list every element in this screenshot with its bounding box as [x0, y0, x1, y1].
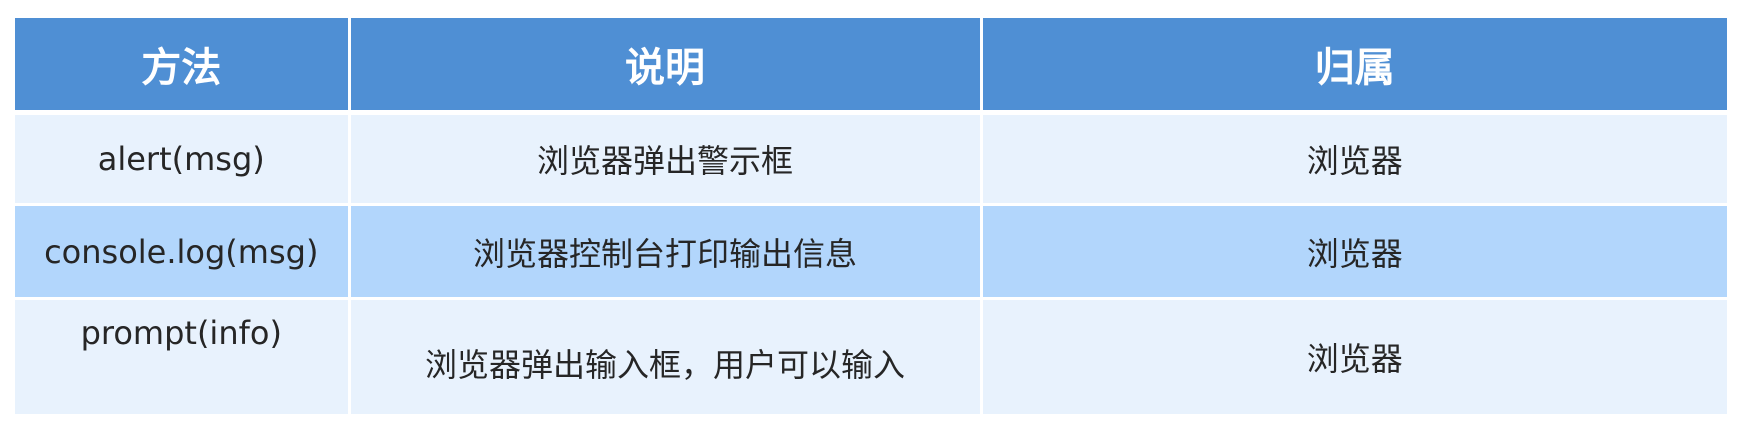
cell-description: 浏览器弹出输入框，用户可以输入: [349, 298, 983, 417]
cell-description: 浏览器控制台打印输出信息: [349, 204, 983, 300]
cell-method: console.log(msg): [15, 204, 351, 300]
header-method: 方法: [15, 18, 351, 115]
header-description: 说明: [349, 18, 983, 115]
methods-table-container: 方法 说明 归属 alert(msg) 浏览器弹出警示框 浏览器 console…: [15, 18, 1727, 417]
cell-owner: 浏览器: [981, 112, 1727, 206]
table-row: console.log(msg) 浏览器控制台打印输出信息 浏览器: [15, 204, 1727, 300]
cell-method: prompt(info): [15, 298, 351, 417]
methods-table: 方法 说明 归属 alert(msg) 浏览器弹出警示框 浏览器 console…: [15, 18, 1727, 417]
table-row: prompt(info) 浏览器弹出输入框，用户可以输入 浏览器: [15, 298, 1727, 417]
cell-owner: 浏览器: [981, 204, 1727, 300]
header-owner: 归属: [981, 18, 1727, 115]
table-row: alert(msg) 浏览器弹出警示框 浏览器: [15, 112, 1727, 206]
cell-description: 浏览器弹出警示框: [349, 112, 983, 206]
cell-method: alert(msg): [15, 112, 351, 206]
cell-owner: 浏览器: [981, 298, 1727, 417]
table-header-row: 方法 说明 归属: [15, 18, 1727, 115]
